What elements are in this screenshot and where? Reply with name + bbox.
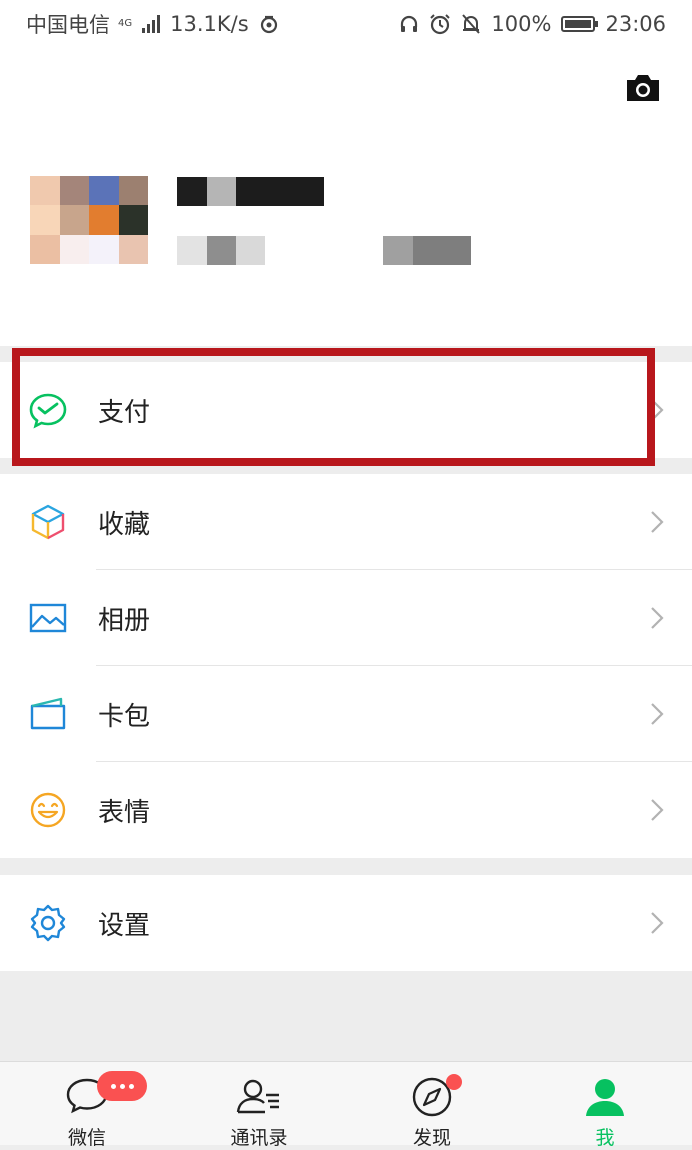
chevron-right-icon <box>651 511 664 533</box>
chevron-right-icon <box>651 912 664 934</box>
menu-item-stickers[interactable]: 表情 <box>0 762 692 858</box>
features-group: 收藏 相册 卡包 表情 <box>0 474 692 858</box>
alarm-icon <box>430 14 451 35</box>
picture-icon <box>29 603 67 633</box>
wechat-pay-icon <box>29 393 67 429</box>
tab-contacts[interactable]: 通讯录 <box>199 1062 319 1149</box>
unread-badge <box>97 1071 147 1101</box>
menu-label-pay: 支付 <box>98 397 151 428</box>
tab-label-discover: 发现 <box>412 1127 451 1149</box>
network-speed-label: 13.1K/s <box>170 12 249 36</box>
discover-dot-badge <box>446 1074 462 1090</box>
tab-discover[interactable]: 发现 <box>372 1062 492 1149</box>
camera-icon[interactable] <box>624 72 662 104</box>
menu-item-cards[interactable]: 卡包 <box>0 666 692 762</box>
avatar[interactable] <box>30 176 148 264</box>
menu-label-settings: 设置 <box>98 910 151 941</box>
menu-item-settings[interactable]: 设置 <box>0 875 692 971</box>
profile-header[interactable] <box>0 48 692 346</box>
chevron-right-icon <box>651 703 664 725</box>
tab-me[interactable]: 我 <box>545 1062 665 1149</box>
contacts-icon <box>236 1079 279 1114</box>
battery-percent: 100% <box>491 12 552 36</box>
smiley-icon <box>30 792 66 828</box>
cube-icon <box>31 504 65 540</box>
pay-group: 支付 <box>0 362 692 458</box>
status-obscured <box>383 236 413 265</box>
status-bar: 中国电信 4G 13.1K/s 100% 23:06 <box>0 0 692 48</box>
mute-bell-icon <box>462 14 481 34</box>
nickname-obscured-3 <box>236 177 324 206</box>
chevron-right-icon <box>651 399 664 421</box>
wechat-id-obscured-3 <box>236 236 265 265</box>
wechat-id-obscured <box>177 236 207 265</box>
person-icon <box>586 1079 624 1116</box>
status-obscured-2 <box>413 236 471 265</box>
menu-label-favorites: 收藏 <box>98 509 151 540</box>
menu-item-favorites[interactable]: 收藏 <box>0 474 692 570</box>
chevron-right-icon <box>651 607 664 629</box>
battery-icon <box>561 16 599 32</box>
sync-icon <box>260 15 277 34</box>
chevron-right-icon <box>651 799 664 821</box>
carrier-label: 中国电信 <box>26 13 110 37</box>
tab-label-me: 我 <box>595 1127 615 1149</box>
tab-label-chats: 微信 <box>67 1127 106 1149</box>
status-left: 中国电信 4G 13.1K/s <box>26 9 279 39</box>
status-right: 100% 23:06 <box>399 12 666 36</box>
menu-item-album[interactable]: 相册 <box>0 570 692 666</box>
wallet-card-icon <box>30 697 66 730</box>
headphones-icon <box>401 15 418 32</box>
tab-label-contacts: 通讯录 <box>230 1127 288 1149</box>
settings-group: 设置 <box>0 875 692 971</box>
signal-icon <box>142 15 161 33</box>
network-type-label: 4G <box>118 18 133 29</box>
menu-item-pay[interactable]: 支付 <box>0 362 692 458</box>
menu-label-stickers: 表情 <box>98 797 151 828</box>
gear-icon <box>30 904 66 942</box>
menu-label-album: 相册 <box>98 605 151 636</box>
clock: 23:06 <box>605 12 666 36</box>
nickname-obscured-2 <box>207 177 236 206</box>
menu-label-cards: 卡包 <box>98 701 151 732</box>
wechat-id-obscured-2 <box>207 236 236 265</box>
nickname-obscured <box>177 177 207 206</box>
